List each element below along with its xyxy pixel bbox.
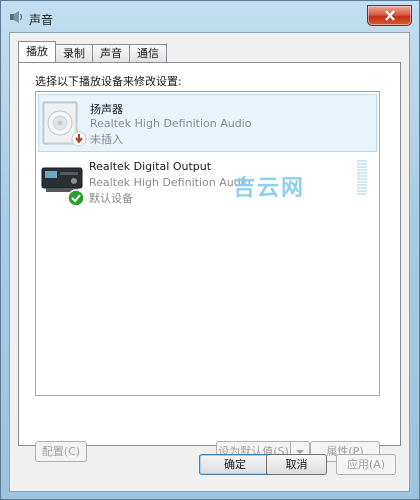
sound-dialog-window: 声音 播放 录制 声音 通信 选择以下播放设备来修改设置: 扬声器 Realte…: [0, 0, 420, 500]
configure-button[interactable]: 配置(C): [35, 441, 87, 462]
device-item-speakers[interactable]: 扬声器 Realtek High Definition Audio 未插入: [38, 94, 377, 152]
default-check-icon: [67, 189, 85, 207]
apply-button[interactable]: 应用(A): [336, 454, 396, 475]
playback-device-list[interactable]: 扬声器 Realtek High Definition Audio 未插入 Re…: [35, 91, 380, 396]
device-item-digital-output[interactable]: Realtek Digital Output Realtek High Defi…: [38, 154, 377, 212]
title-bar[interactable]: 声音: [1, 1, 419, 33]
digital-output-icon: [41, 167, 85, 207]
tab-sounds[interactable]: 声音: [92, 44, 130, 62]
cancel-button[interactable]: 取消: [266, 454, 327, 475]
instruction-label: 选择以下播放设备来修改设置:: [35, 75, 182, 88]
device-status: 未插入: [90, 133, 123, 146]
device-name: 扬声器: [90, 103, 123, 116]
unplugged-icon: [71, 131, 87, 147]
speaker-app-icon: [10, 11, 22, 23]
tab-playback[interactable]: 播放: [18, 41, 56, 62]
tab-strip: 播放 录制 声音 通信: [18, 41, 167, 63]
window-title: 声音: [29, 13, 54, 27]
device-status: 默认设备: [89, 192, 133, 205]
device-description: Realtek High Definition Audio: [90, 117, 252, 130]
close-button[interactable]: [367, 5, 412, 26]
device-name: Realtek Digital Output: [89, 160, 212, 173]
volume-level-meter: [357, 160, 367, 196]
playback-panel: 选择以下播放设备来修改设置: 扬声器 Realtek High Definiti…: [18, 62, 401, 462]
ok-button[interactable]: 确定: [199, 454, 271, 475]
device-description: Realtek High Definition Audio: [89, 176, 251, 189]
watermark-text: 吉云网: [233, 176, 306, 201]
close-icon: [384, 10, 395, 21]
tab-recording[interactable]: 录制: [55, 44, 93, 62]
dialog-client-area: 播放 录制 声音 通信 选择以下播放设备来修改设置: 扬声器 Realtek H…: [9, 32, 410, 492]
tab-communications[interactable]: 通信: [129, 44, 167, 62]
speaker-icon: [42, 101, 87, 147]
